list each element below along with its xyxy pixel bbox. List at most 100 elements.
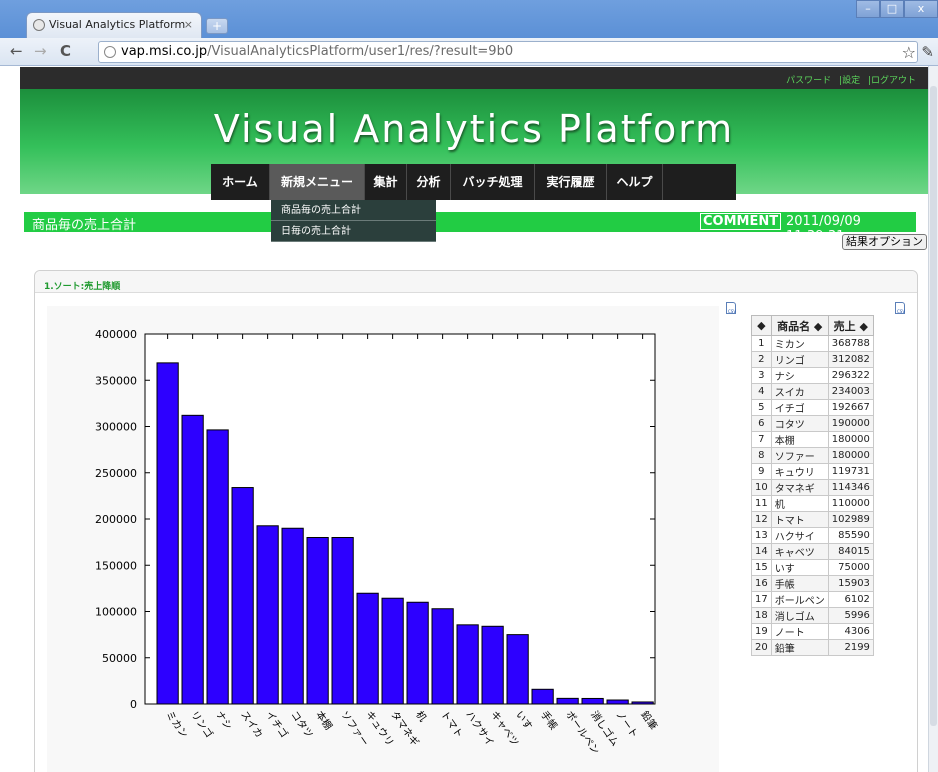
menu-item-batch[interactable]: バッチ処理 xyxy=(451,164,535,200)
table-cell-product: イチゴ xyxy=(770,399,829,416)
bar xyxy=(206,429,229,705)
table-row: 17 ボールペン 6102 xyxy=(751,591,874,608)
bookmark-star-icon[interactable]: ☆ xyxy=(902,43,916,62)
bar xyxy=(381,597,404,705)
reload-icon[interactable]: C xyxy=(60,42,71,60)
table-cell-sales: 180000 xyxy=(827,447,874,464)
address-bar[interactable]: vap.msi.co.jp/VisualAnalyticsPlatform/us… xyxy=(98,41,918,63)
table-header-sales[interactable]: 売上 ◆ xyxy=(827,315,874,336)
wrench-icon[interactable]: ✎ xyxy=(921,43,934,61)
minimize-button[interactable]: – xyxy=(856,0,880,18)
section-header: 1.ソート:売上降順 xyxy=(35,271,917,293)
x-tick-label: イチゴ xyxy=(263,708,291,740)
new-tab-button[interactable]: + xyxy=(206,18,228,34)
scrollbar-thumb[interactable] xyxy=(930,86,937,726)
table-row: 6 コタツ 190000 xyxy=(751,415,874,432)
csv-chart-icon[interactable]: CSV xyxy=(726,302,736,314)
csv-table-icon[interactable]: CSV xyxy=(895,302,905,314)
table-row: 4 スイカ 234003 xyxy=(751,383,874,400)
x-tick-label: 鉛筆 xyxy=(638,708,660,732)
result-options-button[interactable]: 結果オプション xyxy=(842,234,927,250)
password-link[interactable]: パスワード xyxy=(786,76,831,86)
site-title: Visual Analytics Platform xyxy=(213,107,735,151)
browser-toolbar: ← → C vap.msi.co.jp/VisualAnalyticsPlatf… xyxy=(0,38,938,66)
x-tick-label: ノート xyxy=(613,709,639,740)
table-cell-sales: 2199 xyxy=(827,639,874,656)
table-cell-sales: 312082 xyxy=(827,351,874,368)
menu-item-home[interactable]: ホーム xyxy=(211,164,270,200)
bar xyxy=(306,537,329,705)
bar xyxy=(481,625,504,705)
dropdown-item-product-sales[interactable]: 商品毎の売上合計 xyxy=(271,200,436,221)
bar xyxy=(331,537,354,705)
table-cell-product: いす xyxy=(770,559,829,576)
table-row: 10 タマネギ 114346 xyxy=(751,479,874,496)
back-arrow-icon[interactable]: ← xyxy=(10,42,23,60)
x-tick-label: ミカン xyxy=(163,709,190,740)
logout-link[interactable]: |ログアウト xyxy=(868,76,916,86)
table-cell-sales: 75000 xyxy=(827,559,874,576)
table-cell-rank: 11 xyxy=(751,495,772,512)
y-tick-label: 0 xyxy=(130,698,137,711)
maximize-button[interactable]: □ xyxy=(880,0,904,18)
table-header-product[interactable]: 商品名 ◆ xyxy=(770,315,829,336)
table-cell-rank: 9 xyxy=(751,463,772,480)
menu-item-new[interactable]: 新規メニュー xyxy=(270,164,365,200)
browser-tab[interactable]: Visual Analytics Platform × xyxy=(26,12,202,38)
table-row: 5 イチゴ 192667 xyxy=(751,399,874,416)
table-row: 20 鉛筆 2199 xyxy=(751,639,874,656)
x-tick-label: 本棚 xyxy=(313,708,335,732)
table-row: 3 ナシ 296322 xyxy=(751,367,874,384)
menu-item-help[interactable]: ヘルプ xyxy=(607,164,663,200)
table-cell-product: 机 xyxy=(770,495,829,512)
table-cell-rank: 5 xyxy=(751,399,772,416)
sales-bar-chart: 0 50000 100000 150000 200000 250000 300000 3500… xyxy=(95,328,660,757)
close-window-button[interactable]: x xyxy=(904,0,938,18)
table-cell-product: 消しゴム xyxy=(770,607,829,624)
page-scrollbar[interactable] xyxy=(928,66,938,772)
url-path: /VisualAnalyticsPlatform/user1/res/?resu… xyxy=(207,44,514,59)
bar xyxy=(356,592,379,705)
y-tick-label: 200000 xyxy=(95,513,137,526)
table-header-rank[interactable]: ◆ xyxy=(751,315,772,336)
table-cell-product: 本棚 xyxy=(770,431,829,448)
settings-link[interactable]: |設定 xyxy=(839,76,860,86)
table-cell-rank: 8 xyxy=(751,447,772,464)
table-cell-sales: 192667 xyxy=(827,399,874,416)
bar xyxy=(406,601,429,705)
forward-arrow-icon[interactable]: → xyxy=(34,42,47,60)
y-tick-label: 300000 xyxy=(95,421,137,434)
table-cell-sales: 110000 xyxy=(827,495,874,512)
close-icon[interactable]: × xyxy=(184,13,193,37)
menu-item-analysis[interactable]: 分析 xyxy=(407,164,451,200)
y-tick-label: 250000 xyxy=(95,467,137,480)
bar xyxy=(181,414,204,705)
table-cell-sales: 119731 xyxy=(827,463,874,480)
table-row: 9 キュウリ 119731 xyxy=(751,463,874,480)
menu-item-history[interactable]: 実行履歴 xyxy=(535,164,607,200)
comment-button[interactable]: COMMENT xyxy=(700,213,782,230)
bar xyxy=(156,362,179,705)
bar xyxy=(456,624,479,705)
table-cell-sales: 296322 xyxy=(827,367,874,384)
table-cell-sales: 180000 xyxy=(827,431,874,448)
menu-item-aggregate[interactable]: 集計 xyxy=(365,164,407,200)
table-cell-rank: 3 xyxy=(751,367,772,384)
url-host: vap.msi.co.jp xyxy=(121,44,208,59)
dropdown-item-daily-sales[interactable]: 日毎の売上合計 xyxy=(271,221,436,242)
table-row: 2 リンゴ 312082 xyxy=(751,351,874,368)
table-cell-rank: 7 xyxy=(751,431,772,448)
x-tick-label: スイカ xyxy=(238,709,265,740)
table-cell-product: ナシ xyxy=(770,367,829,384)
table-cell-rank: 6 xyxy=(751,415,772,432)
table-row: 14 キャベツ 84015 xyxy=(751,543,874,560)
page-title: 商品毎の売上合計 xyxy=(32,218,137,233)
table-cell-rank: 19 xyxy=(751,623,772,640)
table-cell-product: ボールペン xyxy=(770,591,829,608)
table-cell-rank: 2 xyxy=(751,351,772,368)
table-cell-rank: 13 xyxy=(751,527,772,544)
tab-title: Visual Analytics Platform xyxy=(49,18,186,31)
bar xyxy=(506,634,529,705)
table-cell-sales: 84015 xyxy=(827,543,874,560)
table-row: 15 いす 75000 xyxy=(751,559,874,576)
